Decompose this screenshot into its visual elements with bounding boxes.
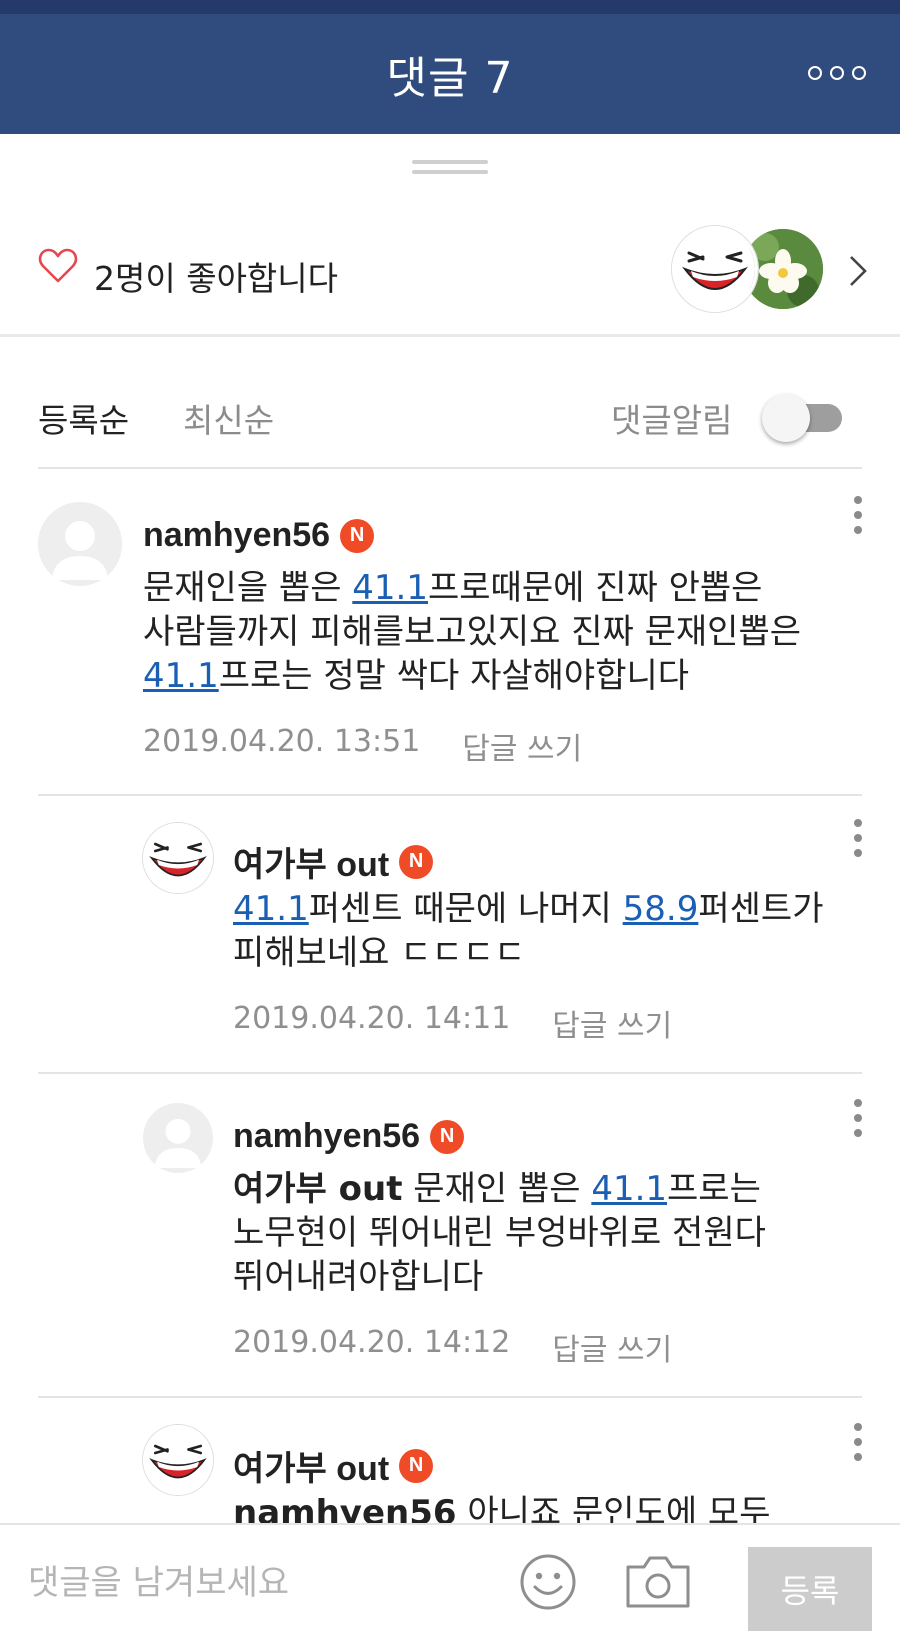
likes-count-text: 2명이 좋아합니다 [94, 259, 339, 298]
header-bar: 댓글 7 [0, 14, 900, 134]
kebab-menu-icon[interactable] [854, 1099, 864, 1144]
mention-link[interactable]: namhyen56 [233, 1493, 457, 1523]
drag-handle[interactable] [412, 160, 488, 176]
avatar[interactable] [143, 823, 213, 893]
divider [38, 794, 862, 796]
naver-badge-icon: N [340, 518, 375, 553]
divider [38, 467, 862, 469]
sort-newest-tab[interactable]: 최신순 [183, 394, 274, 442]
submit-button[interactable]: 등록 [748, 1547, 872, 1631]
divider [0, 334, 900, 337]
hashtag-link[interactable]: 41.1 [143, 656, 219, 696]
chevron-right-icon[interactable] [848, 254, 868, 288]
hashtag-link[interactable]: 58.9 [623, 889, 699, 929]
comment-text: 41.1퍼센트 때문에 나머지 58.9퍼센트가 피해보네요 ㄷㄷㄷㄷ [233, 889, 824, 973]
comment-author[interactable]: namhyen56 [143, 516, 330, 555]
comment-date: 2019.04.20. 14:12 [233, 1325, 511, 1360]
comment-author[interactable]: 여가부 out [233, 837, 389, 886]
reply-button[interactable]: 답글 쓰기 [552, 1325, 672, 1369]
mention-link[interactable]: 여가부 out [233, 1169, 403, 1209]
hashtag-link[interactable]: 41.1 [352, 568, 428, 608]
avatar[interactable] [143, 1425, 213, 1495]
page-title: 댓글 7 [386, 53, 514, 104]
reply-item: 여가부 out N namhyen56 아니죠 문인도에 모두 [0, 1397, 900, 1523]
smiley-icon[interactable] [519, 1553, 577, 1611]
comment-text: 문재인을 뽑은 41.1프로때문에 진짜 안뽑은 사람들까지 피해를보고있지요 … [143, 568, 802, 696]
comment-notify-toggle[interactable] [762, 394, 846, 442]
comment-notify-label: 댓글알림 [611, 401, 733, 440]
comment-date: 2019.04.20. 14:11 [233, 1001, 511, 1036]
more-dots-icon[interactable] [808, 66, 866, 80]
comment-text: 여가부 out 문재인 뽑은 41.1프로는 노무현이 뛰어내린 부엉바위로 전… [233, 1169, 766, 1297]
comment-input[interactable] [28, 1551, 508, 1615]
comment-date: 2019.04.20. 13:51 [143, 724, 421, 759]
hashtag-link[interactable]: 41.1 [591, 1169, 667, 1209]
comment-author[interactable]: 여가부 out [233, 1441, 389, 1490]
reply-button[interactable]: 답글 쓰기 [552, 1001, 672, 1045]
naver-badge-icon: N [399, 1448, 434, 1483]
comment-composer: 등록 [0, 1523, 900, 1643]
naver-badge-icon: N [430, 1119, 465, 1154]
divider [38, 1072, 862, 1074]
avatar[interactable] [38, 502, 122, 586]
kebab-menu-icon[interactable] [854, 496, 864, 541]
naver-badge-icon: N [399, 844, 434, 879]
comment-text: namhyen56 아니죠 문인도에 모두 [233, 1491, 873, 1523]
sort-registered-tab[interactable]: 등록순 [38, 394, 129, 442]
avatar[interactable] [143, 1103, 213, 1173]
kebab-menu-icon[interactable] [854, 1423, 864, 1468]
sort-bar: 등록순 최신순 댓글알림 [0, 380, 900, 456]
reply-button[interactable]: 답글 쓰기 [462, 724, 582, 768]
hashtag-link[interactable]: 41.1 [233, 889, 309, 929]
avatar [672, 226, 758, 312]
likes-row[interactable]: 2명이 좋아합니다 [0, 214, 900, 324]
kebab-menu-icon[interactable] [854, 819, 864, 864]
heart-outline-icon[interactable] [38, 248, 78, 284]
comment-author[interactable]: namhyen56 [233, 1117, 420, 1156]
camera-icon[interactable] [626, 1555, 690, 1609]
status-bar [0, 0, 900, 14]
